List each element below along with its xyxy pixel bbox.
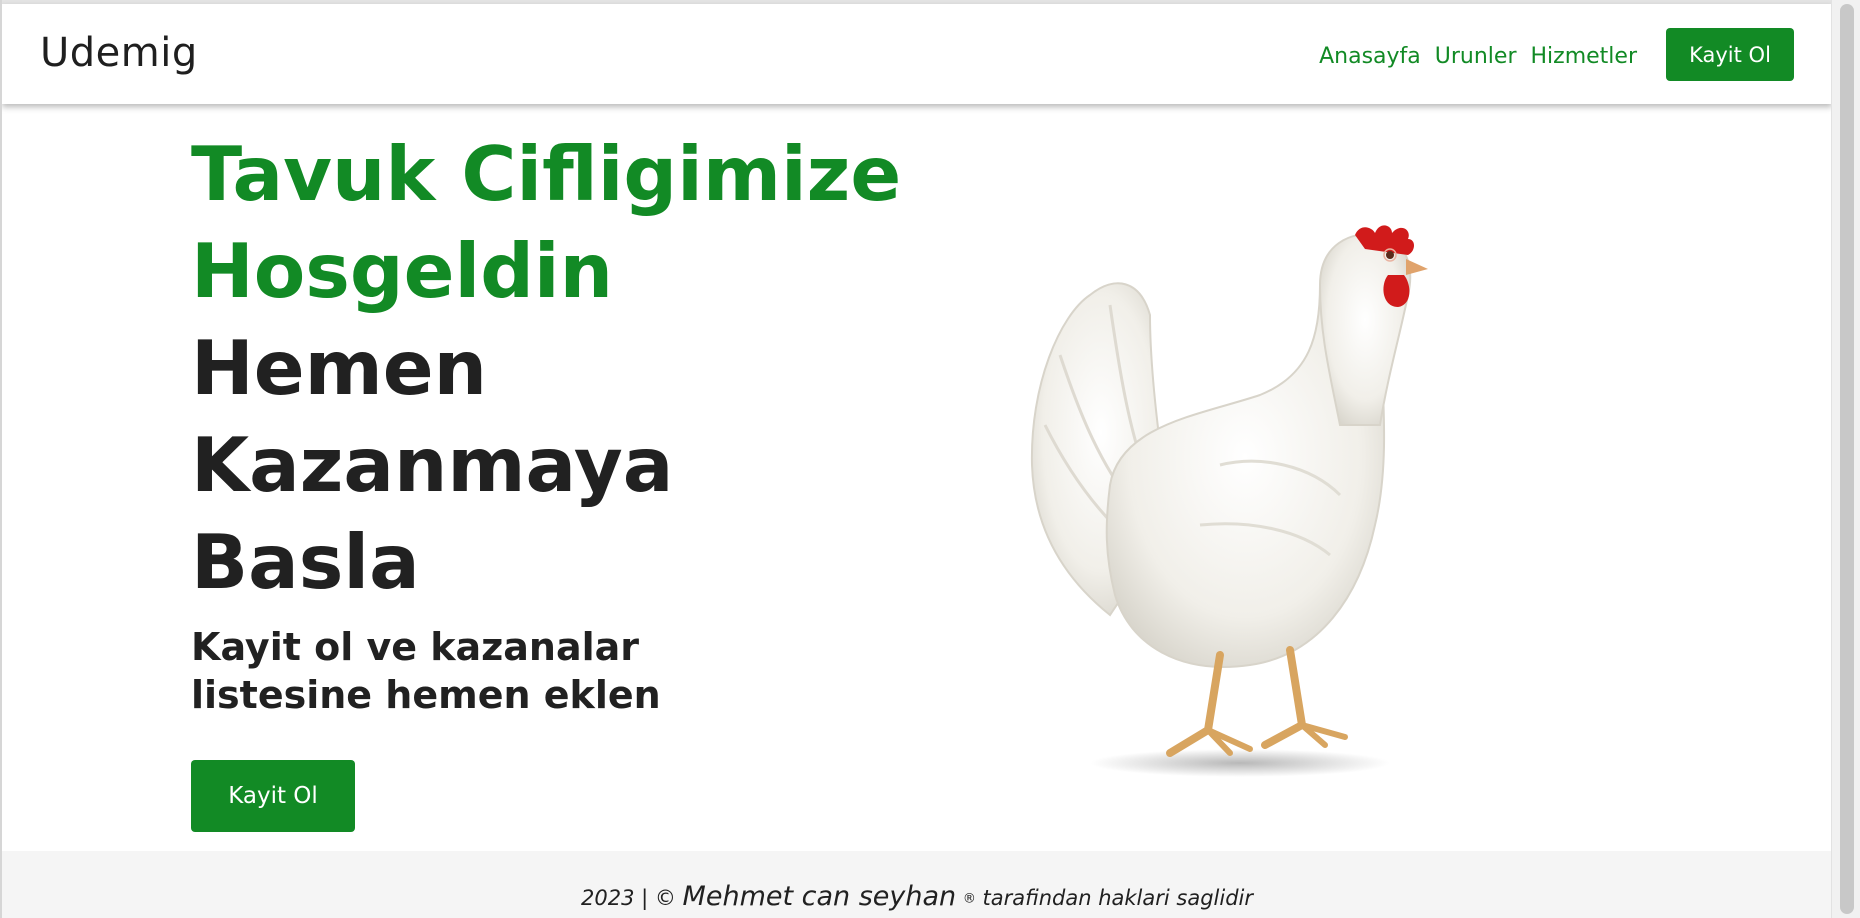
hero-title-line-3: Hemen [191, 324, 488, 412]
footer-suffix: tarafindan haklari saglidir [982, 886, 1254, 910]
footer-copyright: 2023 | © Mehmet can seyhan ® tarafindan … [2, 881, 1832, 912]
chicken-image [1030, 225, 1428, 777]
navbar: Udemig Anasayfa Urunler Hizmetler Kayit … [2, 4, 1832, 104]
hero-title-line-5: Basla [191, 518, 420, 606]
hero-title: Tavuk Cifligimize Hosgeldin Hemen Kazanm… [191, 126, 951, 611]
window-left-edge [0, 0, 2, 918]
registered-icon: ® [962, 891, 976, 907]
nav-link-urunler[interactable]: Urunler [1435, 44, 1517, 69]
hero-subtitle: Kayit ol ve kazanalar listesine hemen ek… [191, 625, 661, 717]
nav-signup-button[interactable]: Kayit Ol [1666, 28, 1794, 81]
footer-author: Mehmet can seyhan [682, 881, 957, 912]
scrollbar-thumb[interactable] [1840, 4, 1854, 914]
hero-title-line-2: Hosgeldin [191, 227, 613, 315]
vertical-scrollbar[interactable] [1831, 0, 1860, 918]
nav-links: Anasayfa Urunler Hizmetler [1319, 44, 1637, 69]
brand-logo[interactable]: Udemig [40, 30, 198, 76]
nav-link-anasayfa[interactable]: Anasayfa [1319, 44, 1421, 69]
footer-prefix: 2023 | © [580, 886, 676, 910]
hero-title-line-1: Tavuk Cifligimize [191, 130, 902, 218]
nav-link-hizmetler[interactable]: Hizmetler [1531, 44, 1638, 69]
hero-signup-button[interactable]: Kayit Ol [191, 760, 355, 832]
footer: 2023 | © Mehmet can seyhan ® tarafindan … [2, 851, 1832, 918]
page: Udemig Anasayfa Urunler Hizmetler Kayit … [0, 0, 1860, 918]
hero-title-line-4: Kazanmaya [191, 421, 674, 509]
